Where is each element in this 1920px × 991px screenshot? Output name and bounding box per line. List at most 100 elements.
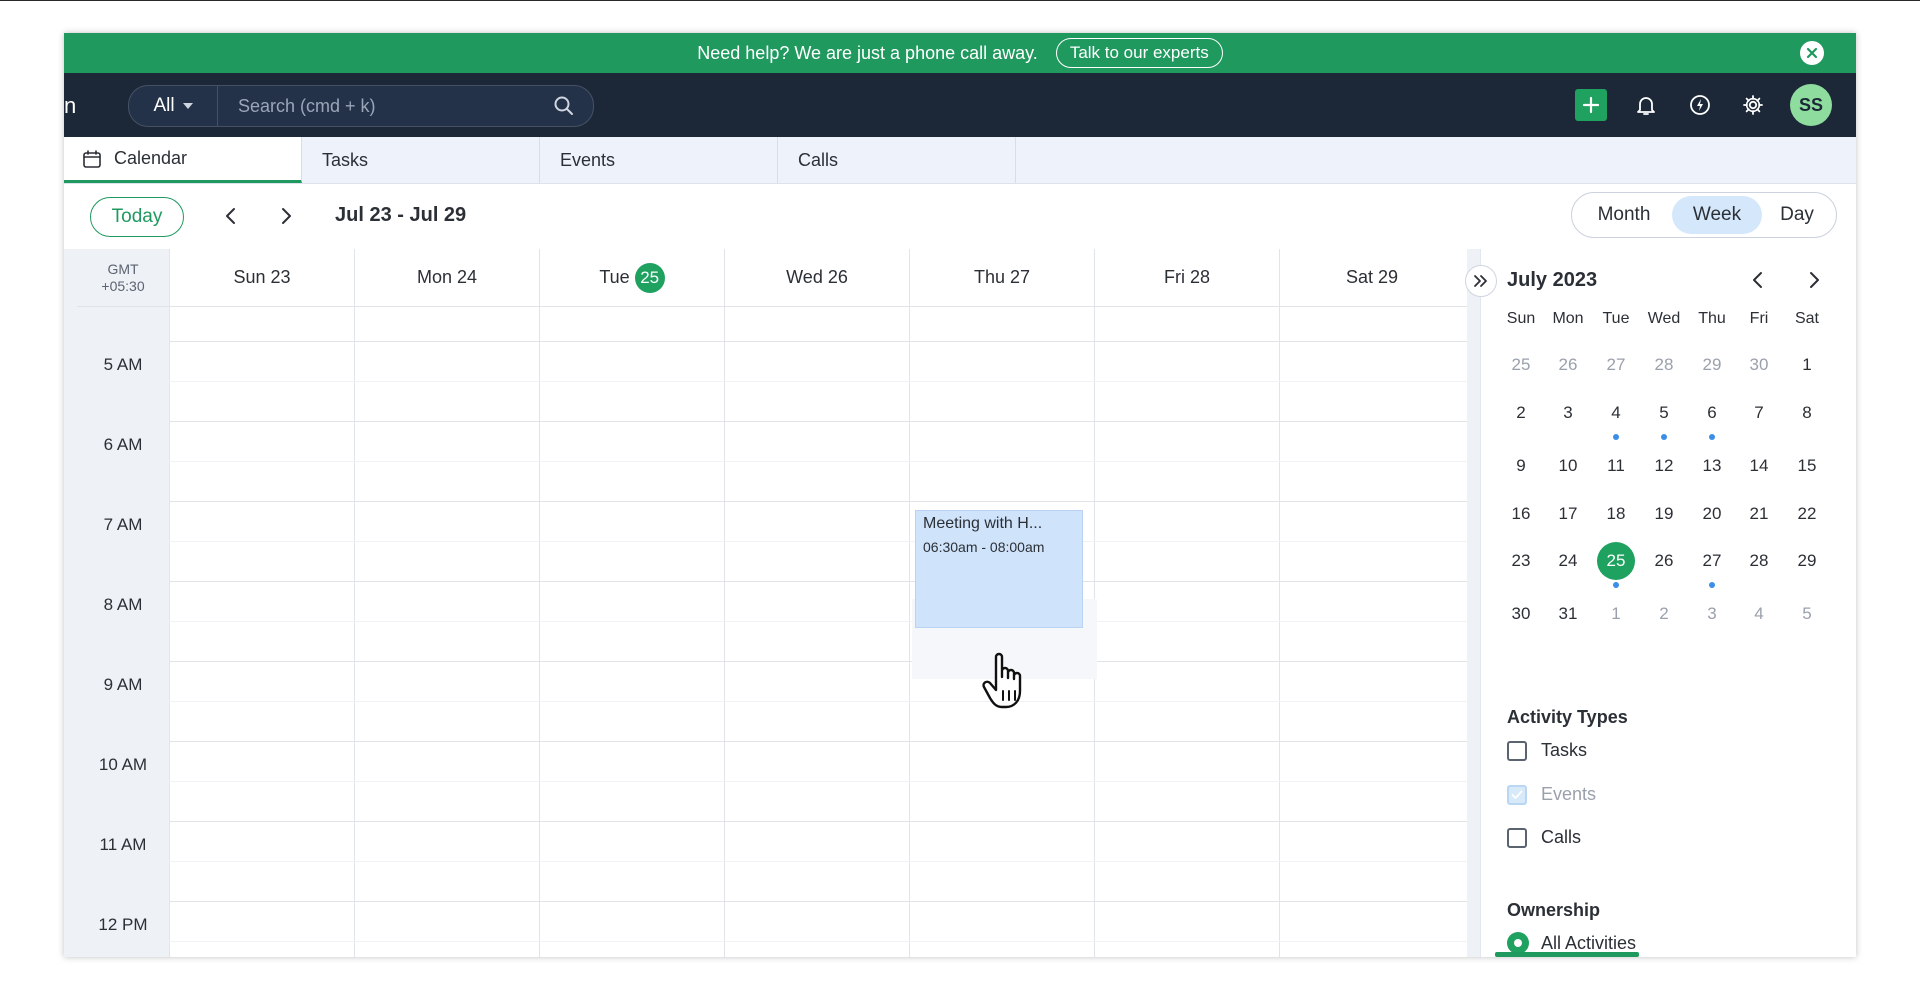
- mini-calendar-day[interactable]: 1: [1787, 345, 1827, 385]
- tasks-checkbox[interactable]: [1507, 740, 1527, 761]
- mini-calendar-day[interactable]: 12: [1644, 446, 1684, 486]
- calls-checkbox[interactable]: [1507, 827, 1527, 848]
- ownership-all-activities[interactable]: All Activities: [1507, 932, 1636, 954]
- mini-calendar-day[interactable]: 23: [1501, 541, 1541, 581]
- mini-calendar-day[interactable]: 16: [1501, 494, 1541, 534]
- user-avatar[interactable]: SS: [1790, 84, 1832, 126]
- mini-calendar-day[interactable]: 5: [1644, 393, 1684, 433]
- time-label: 8 AM: [103, 595, 143, 614]
- view-week-button[interactable]: Week: [1672, 196, 1762, 234]
- week-grid-area: 5 AM 6 AM 7 AM 8 AM 9 AM 10 AM 11 AM 12 PM GMT …: [64, 249, 1480, 957]
- mini-calendar-day[interactable]: 28: [1739, 541, 1779, 581]
- mini-calendar-day[interactable]: 5: [1787, 594, 1827, 634]
- mini-calendar-day[interactable]: 20: [1692, 494, 1732, 534]
- mini-calendar-day[interactable]: 21: [1739, 494, 1779, 534]
- mini-calendar-day[interactable]: 9: [1501, 446, 1541, 486]
- mini-calendar-day[interactable]: 29: [1692, 345, 1732, 385]
- mini-calendar-day[interactable]: 26: [1644, 541, 1684, 581]
- mini-calendar-day[interactable]: 2: [1644, 594, 1684, 634]
- view-month-button[interactable]: Month: [1576, 196, 1672, 234]
- mini-calendar-day[interactable]: 31: [1548, 594, 1588, 634]
- mini-calendar-day[interactable]: 27: [1596, 345, 1636, 385]
- day-header-fri[interactable]: Fri 28: [1094, 249, 1279, 306]
- chevron-left-icon[interactable]: [1743, 265, 1773, 295]
- day-header-label: Thu 27: [973, 267, 1031, 287]
- event-card[interactable]: Meeting with H... 06:30am - 08:00am: [915, 510, 1083, 628]
- mini-calendar-day[interactable]: 13: [1692, 446, 1732, 486]
- chevron-right-icon[interactable]: [271, 201, 301, 231]
- search-icon[interactable]: [553, 95, 575, 117]
- mini-calendar-day[interactable]: 10: [1548, 446, 1588, 486]
- mini-calendar-day[interactable]: 15: [1787, 446, 1827, 486]
- day-header-label: Mon 24: [416, 267, 478, 287]
- all-activities-radio[interactable]: [1507, 932, 1529, 954]
- bolt-icon[interactable]: [1684, 89, 1716, 121]
- tab-tasks[interactable]: Tasks: [302, 137, 540, 183]
- mini-calendar-day[interactable]: 11: [1596, 446, 1636, 486]
- chevron-right-icon[interactable]: [1799, 265, 1829, 295]
- app-logo[interactable]: n: [64, 93, 76, 119]
- grid-column-line: [1279, 306, 1280, 957]
- day-header-label: Sun 23: [233, 267, 291, 287]
- day-header-sun[interactable]: Sun 23: [169, 249, 354, 306]
- hour-line: [169, 421, 1467, 422]
- mini-calendar-day[interactable]: 8: [1787, 393, 1827, 433]
- mini-calendar-day[interactable]: 3: [1548, 393, 1588, 433]
- tab-calendar[interactable]: Calendar: [64, 137, 302, 183]
- mini-calendar-dow: Fri: [1749, 310, 1769, 327]
- date-range-label: Jul 23 - Jul 29: [335, 204, 467, 226]
- search-scope-dropdown[interactable]: All: [129, 86, 218, 126]
- chevron-left-icon[interactable]: [216, 201, 246, 231]
- mini-calendar-day-selected[interactable]: 25: [1597, 542, 1635, 580]
- mini-calendar-day[interactable]: 26: [1548, 345, 1588, 385]
- day-header-thu[interactable]: Thu 27: [909, 249, 1094, 306]
- day-header-label: Fri 28: [1163, 267, 1210, 287]
- mini-calendar-day[interactable]: 2: [1501, 393, 1541, 433]
- close-icon[interactable]: [1800, 41, 1824, 65]
- mini-calendar-day[interactable]: 3: [1692, 594, 1732, 634]
- time-label: 5 AM: [103, 355, 143, 374]
- today-button[interactable]: Today: [90, 197, 184, 237]
- mini-calendar-day[interactable]: 24: [1548, 541, 1588, 581]
- mini-calendar-day[interactable]: 4: [1596, 393, 1636, 433]
- grid-column-line: [539, 306, 540, 957]
- mini-calendar-day[interactable]: 29: [1787, 541, 1827, 581]
- day-header-sat[interactable]: Sat 29: [1279, 249, 1464, 306]
- mini-calendar-day[interactable]: 18: [1596, 494, 1636, 534]
- help-banner: Need help? We are just a phone call away…: [64, 33, 1856, 73]
- bell-icon[interactable]: [1630, 89, 1662, 121]
- search-input[interactable]: [218, 85, 553, 127]
- view-day-button[interactable]: Day: [1762, 196, 1832, 234]
- mini-calendar-day[interactable]: 1: [1596, 594, 1636, 634]
- mini-calendar-day[interactable]: 22: [1787, 494, 1827, 534]
- mini-calendar-title: July 2023: [1507, 269, 1598, 291]
- activity-type-tasks[interactable]: Tasks: [1507, 740, 1587, 761]
- day-header-tue[interactable]: Tue 25: [539, 249, 724, 306]
- mini-calendar-day[interactable]: 4: [1739, 594, 1779, 634]
- mini-calendar-day[interactable]: 28: [1644, 345, 1684, 385]
- mini-calendar-day[interactable]: 19: [1644, 494, 1684, 534]
- day-header-wed[interactable]: Wed 26: [724, 249, 909, 306]
- event-indicator-dot: [1661, 434, 1667, 440]
- mini-calendar-day[interactable]: 17: [1548, 494, 1588, 534]
- mini-calendar-day[interactable]: 14: [1739, 446, 1779, 486]
- add-button[interactable]: [1575, 89, 1607, 121]
- tab-events[interactable]: Events: [540, 137, 778, 183]
- mini-calendar-dow: Mon: [1552, 310, 1584, 327]
- mini-calendar-day[interactable]: 6: [1692, 393, 1732, 433]
- mini-calendar-day[interactable]: 30: [1739, 345, 1779, 385]
- day-header-mon[interactable]: Mon 24: [354, 249, 539, 306]
- tab-calls[interactable]: Calls: [778, 137, 1016, 183]
- gear-icon[interactable]: [1737, 89, 1769, 121]
- mini-calendar-day[interactable]: 30: [1501, 594, 1541, 634]
- talk-to-experts-button[interactable]: Talk to our experts: [1055, 38, 1223, 68]
- hour-line: [169, 581, 1467, 582]
- mini-calendar-day[interactable]: 27: [1692, 541, 1732, 581]
- calendar-sidebar: July 2023 Sun Mon Tue Wed Thu Fri Sat 25 26 27 28 2…: [1480, 249, 1856, 957]
- half-hour-line: [169, 941, 1467, 942]
- mini-calendar-day[interactable]: 7: [1739, 393, 1779, 433]
- mini-calendar-day[interactable]: 25: [1501, 345, 1541, 385]
- activity-type-calls[interactable]: Calls: [1507, 827, 1581, 848]
- time-label: 6 AM: [103, 435, 143, 454]
- collapse-sidebar-button[interactable]: [1465, 265, 1497, 297]
